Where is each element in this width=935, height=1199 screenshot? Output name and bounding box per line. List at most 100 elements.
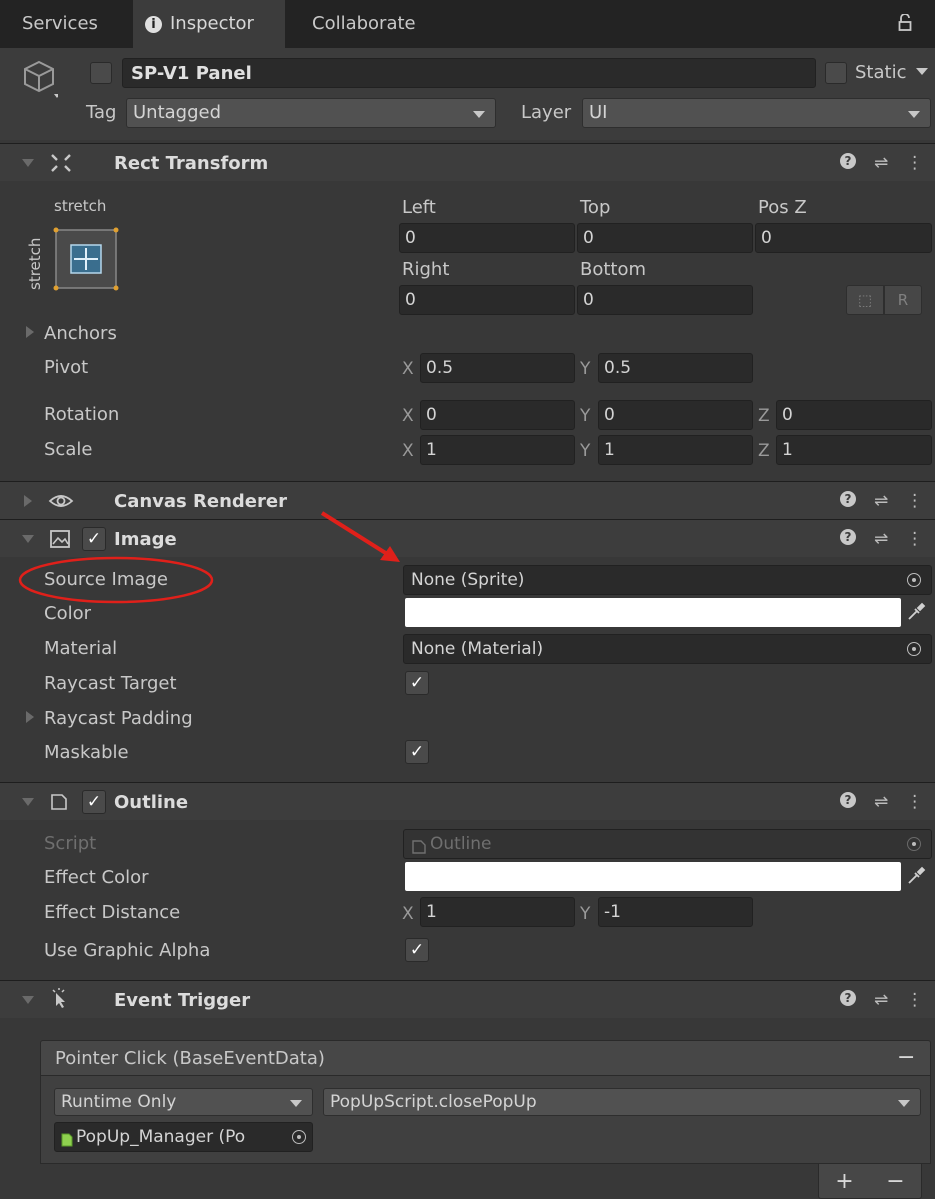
pivot-y-field[interactable]: 0.5 <box>598 353 753 383</box>
raw-edit-button[interactable]: R <box>884 285 922 315</box>
anchors-fold-icon[interactable] <box>26 326 34 338</box>
left-label: Left <box>402 197 436 218</box>
canvas-renderer-header[interactable]: Canvas Renderer ? ⇌ ⋮ <box>0 481 935 519</box>
left-field[interactable]: 0 <box>399 223 575 253</box>
remove-event-button[interactable]: − <box>897 1047 915 1069</box>
anchors-label[interactable]: Anchors <box>44 325 117 343</box>
posz-field[interactable]: 0 <box>755 223 932 253</box>
canvas-renderer-title: Canvas Renderer <box>114 491 287 512</box>
outline-enabled-checkbox[interactable]: ✓ <box>82 790 106 814</box>
top-field[interactable]: 0 <box>577 223 753 253</box>
static-checkbox[interactable] <box>825 62 847 84</box>
raycast-padding-fold-icon[interactable] <box>26 711 34 723</box>
rotation-x-field[interactable]: 0 <box>420 400 575 430</box>
active-checkbox[interactable] <box>90 62 112 84</box>
fold-arrow-icon[interactable] <box>22 159 34 167</box>
scale-z-field[interactable]: 1 <box>776 435 932 465</box>
fold-arrow-icon[interactable] <box>24 495 32 507</box>
context-menu-icon[interactable]: ⋮ <box>906 529 923 549</box>
lock-icon[interactable] <box>898 13 914 37</box>
outline-header[interactable]: ✓ Outline ? ⇌ ⋮ <box>0 782 935 820</box>
distance-x-axis-label[interactable]: X <box>402 906 414 923</box>
image-header[interactable]: ✓ Image ? ⇌ ⋮ <box>0 519 935 557</box>
eyedropper-icon[interactable] <box>906 602 926 627</box>
rotation-y-field[interactable]: 0 <box>598 400 753 430</box>
blueprint-mode-button[interactable]: ⬚ <box>846 285 884 315</box>
tag-dropdown[interactable]: Untagged <box>126 98 496 128</box>
rect-transform-header[interactable]: Rect Transform ? ⇌ ⋮ <box>0 143 935 181</box>
preset-icon[interactable]: ⇌ <box>874 792 888 812</box>
preset-icon[interactable]: ⇌ <box>874 491 888 511</box>
remove-selected-event-button[interactable]: − <box>886 1169 904 1194</box>
context-menu-icon[interactable]: ⋮ <box>906 990 923 1010</box>
image-title: Image <box>114 529 177 550</box>
object-picker-icon[interactable] <box>907 642 921 656</box>
rotation-z-field[interactable]: 0 <box>776 400 932 430</box>
image-enabled-checkbox[interactable]: ✓ <box>82 527 106 551</box>
distance-y-axis-label[interactable]: Y <box>580 906 590 923</box>
function-dropdown[interactable]: PopUpScript.closePopUp <box>323 1088 921 1116</box>
runtime-dropdown[interactable]: Runtime Only <box>54 1088 313 1116</box>
info-icon: i <box>145 15 162 33</box>
fold-arrow-icon[interactable] <box>22 996 34 1004</box>
color-field[interactable] <box>405 598 901 627</box>
pivot-x-field[interactable]: 0.5 <box>420 353 575 383</box>
tab-inspector[interactable]: i Inspector <box>133 0 285 48</box>
object-name-field[interactable]: SP-V1 Panel <box>122 58 816 88</box>
tab-collaborate[interactable]: Collaborate <box>300 0 428 48</box>
fold-arrow-icon[interactable] <box>22 798 34 806</box>
use-graphic-alpha-label: Use Graphic Alpha <box>44 940 211 961</box>
right-field[interactable]: 0 <box>399 285 575 315</box>
help-icon[interactable]: ? <box>840 990 856 1006</box>
layer-dropdown[interactable]: UI <box>582 98 931 128</box>
gameobject-icon[interactable] <box>22 58 60 103</box>
source-image-field[interactable]: None (Sprite) <box>403 565 932 595</box>
anchor-vertical-label: stretch <box>26 237 44 290</box>
eyedropper-icon[interactable] <box>906 866 926 891</box>
raycast-padding-label[interactable]: Raycast Padding <box>44 710 193 728</box>
preset-icon[interactable]: ⇌ <box>874 529 888 549</box>
context-menu-icon[interactable]: ⋮ <box>906 153 923 173</box>
scale-y-field[interactable]: 1 <box>598 435 753 465</box>
pivot-x-axis-label[interactable]: X <box>402 361 414 378</box>
eye-icon <box>48 491 74 516</box>
effect-color-field[interactable] <box>405 862 901 891</box>
preset-icon[interactable]: ⇌ <box>874 990 888 1010</box>
scale-x-axis-label[interactable]: X <box>402 443 414 460</box>
chevron-down-icon <box>898 1100 910 1107</box>
bottom-field[interactable]: 0 <box>577 285 753 315</box>
posz-label: Pos Z <box>758 197 807 218</box>
help-icon[interactable]: ? <box>840 491 856 507</box>
chevron-down-icon <box>290 1100 302 1107</box>
help-icon[interactable]: ? <box>840 529 856 545</box>
help-icon[interactable]: ? <box>840 792 856 808</box>
material-field[interactable]: None (Material) <box>403 634 932 664</box>
event-trigger-header[interactable]: Event Trigger ? ⇌ ⋮ <box>0 980 935 1018</box>
fold-arrow-icon[interactable] <box>22 535 34 543</box>
target-object-field[interactable]: PopUp_Manager (Po <box>54 1122 313 1152</box>
help-icon[interactable]: ? <box>840 153 856 169</box>
scale-y-axis-label[interactable]: Y <box>580 443 590 460</box>
maskable-checkbox[interactable]: ✓ <box>405 740 429 764</box>
rot-x-axis-label[interactable]: X <box>402 408 414 425</box>
tab-services[interactable]: Services <box>10 0 110 48</box>
add-event-button[interactable]: + <box>835 1169 853 1194</box>
anchor-preset-button[interactable] <box>52 226 120 292</box>
pivot-y-axis-label[interactable]: Y <box>580 361 590 378</box>
raycast-target-checkbox[interactable]: ✓ <box>405 671 429 695</box>
context-menu-icon[interactable]: ⋮ <box>906 491 923 511</box>
static-dropdown-icon[interactable] <box>916 68 928 75</box>
context-menu-icon[interactable]: ⋮ <box>906 792 923 812</box>
pivot-label: Pivot <box>44 357 89 378</box>
scale-x-field[interactable]: 1 <box>420 435 575 465</box>
rot-z-axis-label[interactable]: Z <box>758 408 770 425</box>
preset-icon[interactable]: ⇌ <box>874 153 888 173</box>
use-graphic-alpha-checkbox[interactable]: ✓ <box>405 938 429 962</box>
scale-z-axis-label[interactable]: Z <box>758 443 770 460</box>
object-picker-icon[interactable] <box>292 1130 306 1144</box>
effect-distance-x-field[interactable]: 1 <box>420 897 575 927</box>
effect-distance-y-field[interactable]: -1 <box>598 897 753 927</box>
rot-y-axis-label[interactable]: Y <box>580 408 590 425</box>
object-picker-icon[interactable] <box>907 573 921 587</box>
static-label[interactable]: Static <box>855 64 906 82</box>
